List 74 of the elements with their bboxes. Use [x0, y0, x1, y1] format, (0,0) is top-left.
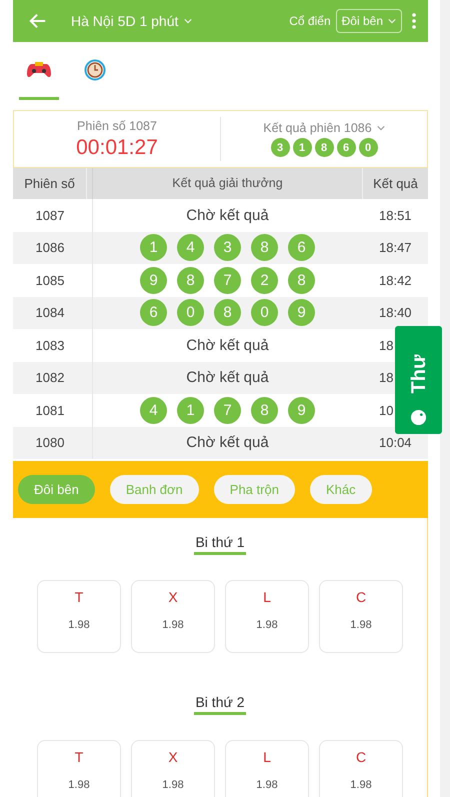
- caret-icon: [184, 18, 192, 24]
- result-ball: 6: [140, 299, 167, 326]
- time-cell: 10:04: [379, 435, 412, 450]
- result-ball: 8: [314, 138, 334, 157]
- more-icon[interactable]: [412, 13, 416, 29]
- bet-option-card[interactable]: X 1.98: [131, 740, 215, 797]
- time-cell: 18: [379, 370, 394, 386]
- session-label: Phiên số 1087: [77, 118, 157, 132]
- pending-text: Chờ kết quả: [186, 206, 269, 224]
- floating-tab[interactable]: Thư: [395, 326, 442, 434]
- result-ball: 8: [251, 234, 278, 262]
- mode-label[interactable]: Cổ điển: [289, 14, 331, 28]
- result-ball: 1: [177, 396, 204, 424]
- bet-option-card[interactable]: C 1.98: [319, 740, 403, 797]
- gamepad-icon: [26, 60, 52, 78]
- result-ball: 9: [288, 299, 315, 326]
- result-ball: 0: [358, 138, 378, 157]
- result-ball: 6: [336, 138, 356, 157]
- result-ball: 1: [292, 138, 312, 157]
- chat-icon: [410, 409, 427, 426]
- bet-tab[interactable]: Khác: [310, 475, 372, 504]
- clock-icon: [84, 58, 106, 80]
- bet-option-card[interactable]: L 1.98: [225, 740, 309, 797]
- bet-tab[interactable]: Đôi bên: [18, 475, 95, 504]
- last-result-dropdown[interactable]: Kết quả phiên 1086: [263, 121, 385, 135]
- countdown-timer: 00:01:27: [76, 136, 158, 160]
- bet-option-card[interactable]: C 1.98: [319, 580, 403, 653]
- result-ball: 8: [177, 266, 204, 294]
- session-cell-text: 1084: [34, 305, 66, 320]
- game-title-dropdown[interactable]: Hà Nội 5D 1 phút: [71, 13, 192, 29]
- session-cell-text: 1080: [34, 435, 66, 450]
- time-cell: 18:40: [379, 305, 412, 320]
- bet-tab[interactable]: Banh đơn: [110, 475, 199, 504]
- caret-icon: [388, 18, 396, 24]
- session-cell-text: 1086: [34, 240, 66, 256]
- result-ball: 4: [140, 396, 167, 424]
- mode-select[interactable]: Đôi bên: [336, 9, 402, 33]
- session-cell-text: 1082: [34, 370, 66, 386]
- result-ball: 0: [177, 299, 204, 326]
- bet-option-card[interactable]: X 1.98: [131, 580, 215, 653]
- session-cell-text: 1081: [34, 402, 66, 418]
- bet-tab[interactable]: Pha trộn: [214, 475, 295, 504]
- result-ball: 9: [140, 266, 167, 294]
- section-title: Bi thứ 1: [194, 534, 246, 555]
- result-ball: 8: [214, 299, 241, 326]
- session-cell-text: 1085: [34, 272, 66, 288]
- time-cell: 18:47: [379, 240, 412, 256]
- pending-text: Chờ kết quả: [186, 434, 269, 452]
- result-ball: 7: [214, 396, 241, 424]
- session-cell-text: 1087: [34, 208, 66, 223]
- time-cell: 18:51: [379, 208, 412, 223]
- result-ball: 1: [140, 234, 167, 262]
- result-ball: 6: [288, 234, 315, 262]
- bet-option-card[interactable]: T 1.98: [37, 580, 121, 653]
- caret-icon: [376, 125, 385, 131]
- result-ball: 3: [214, 234, 241, 262]
- pending-text: Chờ kết quả: [186, 369, 269, 386]
- result-ball: 8: [251, 396, 278, 424]
- time-cell: 18: [379, 338, 394, 353]
- result-ball: 9: [288, 396, 315, 424]
- back-arrow-icon[interactable]: [29, 12, 47, 30]
- result-ball: 4: [177, 234, 204, 262]
- bet-option-card[interactable]: L 1.98: [225, 580, 309, 653]
- result-ball: 7: [214, 266, 241, 294]
- bet-option-card[interactable]: T 1.98: [37, 740, 121, 797]
- result-ball: 2: [251, 266, 278, 294]
- result-ball: 3: [270, 138, 290, 157]
- time-cell: 18:42: [379, 272, 412, 288]
- result-ball: 0: [251, 299, 278, 326]
- result-ball: 8: [288, 266, 315, 294]
- time-cell: 10: [379, 402, 394, 418]
- section-title: Bi thứ 2: [194, 694, 246, 715]
- session-cell-text: 1083: [34, 338, 66, 353]
- pending-text: Chờ kết quả: [186, 336, 269, 354]
